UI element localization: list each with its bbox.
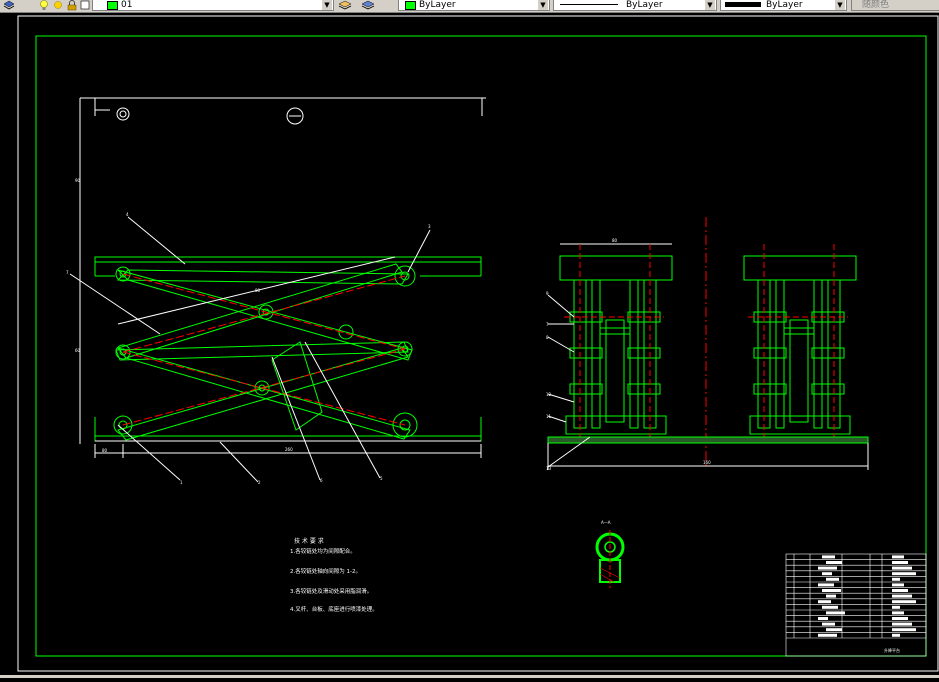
lineweight-label: ByLayer	[766, 0, 803, 10]
title-block-cell-text	[818, 600, 831, 604]
dim-left-lower: 60	[75, 348, 81, 353]
title-block-cell-text	[892, 594, 912, 598]
color-dropdown[interactable]: ByLayer ▼	[398, 0, 550, 11]
title-block-cell-text	[822, 589, 841, 592]
title-block-cell-text	[822, 622, 835, 626]
front-view	[69, 97, 486, 483]
title-block-cell-text	[822, 555, 835, 559]
title-block-cell-text	[892, 617, 908, 620]
title-block-cell-text	[892, 622, 912, 626]
layer-name: 01	[121, 0, 133, 10]
layer-color-icon[interactable]	[80, 0, 90, 11]
chevron-down-icon[interactable]: ▼	[538, 0, 548, 10]
tech-title: 技 术 要 求	[294, 537, 324, 545]
balloon-side-5: 11	[546, 414, 552, 419]
title-block-cell-text	[892, 566, 912, 570]
title-block-cell-text	[892, 600, 916, 604]
balloon-front-2: 3	[428, 224, 431, 229]
section-a-a	[595, 530, 625, 588]
sun-icon[interactable]	[52, 0, 64, 11]
chevron-down-icon[interactable]: ▼	[322, 0, 332, 10]
linetype-dropdown[interactable]: ByLayer ▼	[553, 0, 717, 11]
title-block-cell-text	[826, 577, 839, 581]
side-view-labels: 80 160 9 7 8 12 11 13	[546, 238, 711, 471]
chevron-down-icon[interactable]: ▼	[835, 0, 845, 10]
balloon-side-4: 12	[546, 392, 552, 397]
title-block-cell-text	[892, 589, 908, 592]
color-label: ByLayer	[419, 0, 456, 10]
lightbulb-icon[interactable]	[39, 0, 49, 11]
balloon-side-6: 13	[546, 466, 552, 471]
layer-previous-icon[interactable]	[360, 0, 376, 11]
dim-scissor: 80	[255, 288, 261, 293]
title-block-cell-text	[892, 561, 908, 564]
layer-dropdown[interactable]: 01 ▼	[92, 0, 334, 11]
title-block-cell-text	[892, 633, 900, 637]
tech-item-1: 1.各铰链处均为间隙配合。	[290, 547, 356, 555]
title-block-cell-text	[892, 572, 916, 576]
color-swatch	[405, 1, 416, 10]
linetype-sample	[560, 4, 618, 5]
plotstyle-label: 随颜色	[862, 0, 890, 10]
title-block-cell-text	[892, 555, 904, 559]
title-block	[785, 553, 927, 657]
plotstyle-dropdown[interactable]: 随颜色	[851, 0, 939, 11]
balloon-front-6: 6	[320, 478, 323, 483]
balloon-front-3: 7	[66, 270, 69, 275]
layer-color-swatch	[107, 1, 118, 10]
tech-requirements: 技 术 要 求 1.各铰链处均为间隙配合。 2.各铰链处轴向间隙为 1-2。 3…	[290, 537, 378, 613]
title-block-cell-text	[826, 561, 842, 564]
front-view-labels: 90 60 80 260 80 4 3 7 1 2 6 5	[66, 178, 431, 485]
drawing-canvas[interactable]: 90 60 80 260 80 4 3 7 1 2 6 5 80 160 9 7…	[0, 12, 939, 678]
title-block-cell-text	[818, 583, 834, 587]
balloon-front-1: 4	[126, 212, 129, 217]
linetype-label: ByLayer	[626, 0, 663, 10]
title-block-cell-text	[822, 572, 832, 576]
dim-left-upper: 90	[75, 178, 81, 183]
dim-bottom-left: 80	[102, 448, 108, 453]
title-block-cell-text	[818, 566, 837, 570]
title-block-cell-text	[892, 605, 900, 609]
side-view	[547, 217, 869, 470]
lineweight-sample	[725, 2, 761, 7]
match-layer-icon[interactable]	[337, 0, 353, 11]
dim-top-side: 80	[612, 238, 618, 243]
title-block-cell-text	[892, 577, 900, 581]
balloon-front-5: 2	[258, 480, 261, 485]
title-block-cell-text	[892, 628, 916, 632]
dim-bottom-mid: 260	[285, 447, 293, 452]
lock-icon[interactable]	[66, 0, 78, 11]
balloon-front-4: 1	[180, 480, 183, 485]
tech-item-4: 4.叉杆、台板、底座进行喷漆处理。	[290, 605, 378, 613]
title-block-cell-text	[822, 605, 838, 609]
chevron-down-icon[interactable]: ▼	[705, 0, 715, 10]
dim-base-side: 160	[703, 460, 711, 465]
drawing-frame	[35, 35, 927, 657]
tech-item-2: 2.各铰链处轴向间隙为 1-2。	[290, 567, 361, 575]
title-block-cell-text	[826, 628, 842, 632]
lineweight-dropdown[interactable]: ByLayer ▼	[720, 0, 847, 11]
balloon-front-7: 5	[380, 476, 383, 481]
layer-manager-icon[interactable]	[2, 0, 16, 11]
title-block-cell-text	[818, 633, 837, 637]
title-block-cell-text	[892, 611, 904, 615]
title-block-cell-text	[818, 617, 828, 620]
title-block-cell-text	[826, 594, 836, 598]
section-label: A—A	[601, 520, 611, 525]
tech-item-3: 3.各铰链处及滑动处采用脂润滑。	[290, 587, 372, 595]
title-block-name: 升降平台	[884, 647, 900, 653]
title-block-cell-text	[892, 583, 904, 587]
